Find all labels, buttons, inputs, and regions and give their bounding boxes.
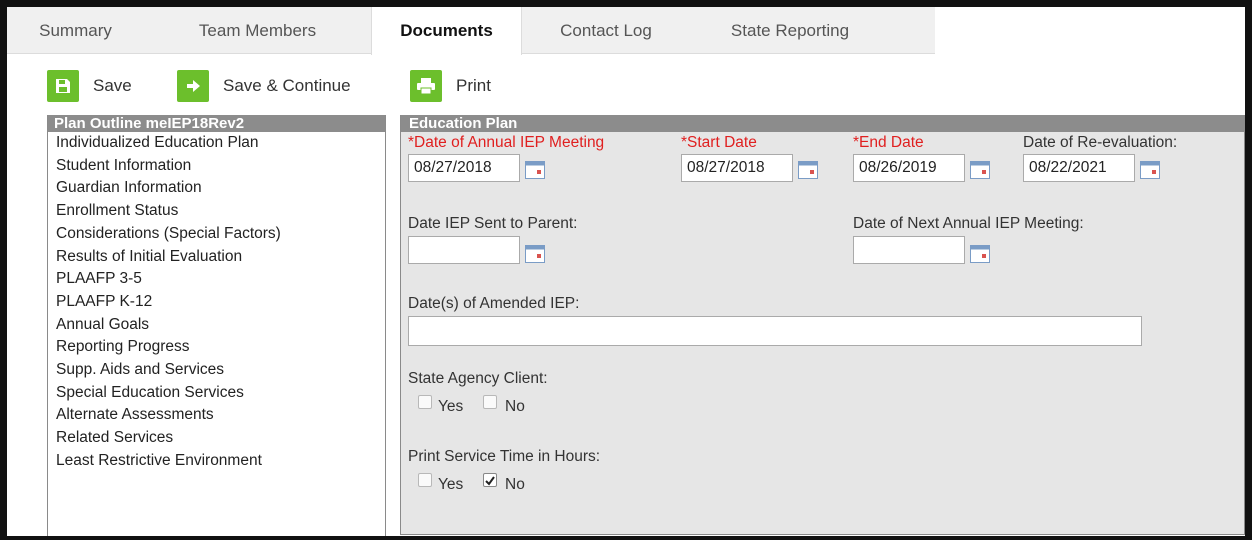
print-hours-no-checkbox[interactable] [483,473,497,487]
start-date-field[interactable] [681,154,793,182]
save-button[interactable]: Save [47,69,132,103]
calendar-icon[interactable] [525,159,545,179]
print-hours-label: Print Service Time in Hours: [408,448,601,465]
state-agency-yes-label: Yes [438,398,464,415]
education-plan-panel: Education Plan *Date of Annual IEP Meeti… [400,115,1245,535]
print-hours-no-label: No [505,476,525,493]
tab-team-members[interactable]: Team Members [144,7,371,54]
state-agency-yes-checkbox[interactable] [418,395,432,409]
sent-to-parent-field[interactable] [408,236,520,264]
tab-bar: Summary Team Members Documents Contact L… [7,7,1245,55]
state-agency-label: State Agency Client: [408,370,548,387]
tab-summary[interactable]: Summary [7,7,144,54]
state-agency-no-checkbox[interactable] [483,395,497,409]
outline-item[interactable]: Individualized Education Plan [56,132,385,155]
meeting-date-field[interactable] [408,154,520,182]
outline-item[interactable]: PLAAFP 3-5 [56,268,385,291]
state-agency-no-label: No [505,398,525,415]
outline-item[interactable]: Enrollment Status [56,200,385,223]
sent-to-parent-label: Date IEP Sent to Parent: [408,215,578,232]
outline-item[interactable]: Student Information [56,155,385,178]
panel-title: Education Plan [401,115,1244,132]
tab-documents[interactable]: Documents [371,7,522,55]
start-date-label: *Start Date [681,134,757,151]
checkmark-icon [485,476,495,486]
calendar-icon[interactable] [525,243,545,263]
plan-outline: Plan Outline meIEP18Rev2 Individualized … [47,115,386,536]
end-date-field[interactable] [853,154,965,182]
calendar-icon[interactable] [970,243,990,263]
outline-item[interactable]: Least Restrictive Environment [56,450,385,473]
tab-state-reporting[interactable]: State Reporting [690,7,890,54]
printer-icon [410,70,442,102]
outline-item[interactable]: PLAAFP K-12 [56,291,385,314]
tab-strip: Summary Team Members Documents Contact L… [7,7,935,55]
print-hours-yes-label: Yes [438,476,464,493]
next-annual-field[interactable] [853,236,965,264]
save-continue-label: Save & Continue [223,76,351,95]
next-annual-label: Date of Next Annual IEP Meeting: [853,215,1084,232]
calendar-icon[interactable] [1140,159,1160,179]
floppy-disk-icon [47,70,79,102]
outline-item[interactable]: Alternate Assessments [56,404,385,427]
outline-item[interactable]: Special Education Services [56,382,385,405]
reeval-date-field[interactable] [1023,154,1135,182]
outline-item[interactable]: Guardian Information [56,177,385,200]
app-frame: Summary Team Members Documents Contact L… [0,0,1252,540]
save-continue-button[interactable]: Save & Continue [177,69,351,103]
calendar-icon[interactable] [970,159,990,179]
outline-item[interactable]: Annual Goals [56,314,385,337]
calendar-icon[interactable] [798,159,818,179]
outline-title: Plan Outline meIEP18Rev2 [48,115,385,132]
amended-label: Date(s) of Amended IEP: [408,295,580,312]
amended-iep-field[interactable] [408,316,1142,346]
outline-item[interactable]: Reporting Progress [56,336,385,359]
outline-item[interactable]: Results of Initial Evaluation [56,246,385,269]
outline-item[interactable]: Supp. Aids and Services [56,359,385,382]
outline-list: Individualized Education Plan Student In… [48,132,385,473]
tab-contact-log[interactable]: Contact Log [522,7,690,54]
reeval-date-label: Date of Re-evaluation: [1023,134,1178,151]
end-date-label: *End Date [853,134,924,151]
outline-item[interactable]: Considerations (Special Factors) [56,223,385,246]
print-label: Print [456,76,491,95]
arrow-right-icon [177,70,209,102]
meeting-date-label: *Date of Annual IEP Meeting [408,134,605,151]
print-button[interactable]: Print [410,69,491,103]
print-hours-yes-checkbox[interactable] [418,473,432,487]
save-label: Save [93,76,132,95]
outline-item[interactable]: Related Services [56,427,385,450]
